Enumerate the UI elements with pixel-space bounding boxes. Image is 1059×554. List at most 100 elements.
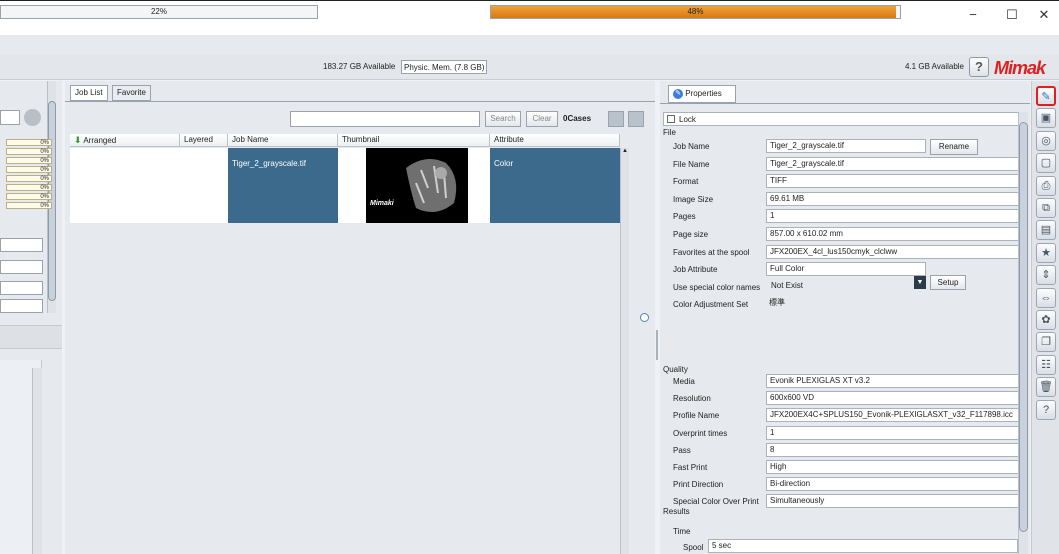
memory-label: Physic. Mem. (7.8 GB)	[401, 60, 488, 74]
help-icon[interactable]: ?	[1036, 399, 1056, 420]
property-value: 69.61 MB	[766, 191, 1019, 206]
favorite-icon[interactable]: ★	[1036, 242, 1056, 263]
splitter-handle[interactable]	[640, 313, 649, 322]
col-job-name[interactable]: Job Name	[228, 134, 338, 147]
job-list-scrollbar[interactable]: ▲	[620, 148, 629, 554]
property-row: Format TIFF	[673, 173, 1019, 191]
properties-icon[interactable]: ✎	[1036, 86, 1056, 106]
maximize-button[interactable]: ☐	[997, 7, 1027, 23]
left-field-4[interactable]	[0, 299, 43, 313]
percent-item: 0%	[6, 148, 52, 155]
props-splitter[interactable]	[656, 330, 658, 360]
cell-thumbnail[interactable]: Mimaki	[338, 148, 490, 223]
tiger-image	[406, 159, 457, 212]
property-value: 600x600 VD	[766, 391, 1019, 406]
color-icon[interactable]: ◎	[1036, 130, 1056, 151]
property-row: Profile Name JFX200EX4C+SPLUS150_Evonik-P…	[673, 407, 1019, 425]
property-label: Resolution	[673, 394, 711, 404]
property-value: 8	[766, 442, 1019, 457]
percent-item: 0%	[6, 202, 52, 209]
property-value: 1	[766, 209, 1019, 224]
duplicate-icon[interactable]: ❐	[1036, 332, 1056, 353]
property-row: Page size 857.00 x 610.02 mm	[673, 226, 1019, 244]
property-label: Pages	[673, 212, 696, 222]
percent-item: 0%	[6, 157, 52, 164]
props-tab-line	[660, 103, 1030, 104]
rename-button[interactable]: Rename	[930, 139, 978, 155]
props-scrollbar[interactable]	[1018, 112, 1028, 554]
col-thumbnail[interactable]: Thumbnail	[338, 134, 490, 147]
property-value: 1	[766, 425, 1019, 440]
add-job-icon[interactable]: ▣	[1036, 108, 1056, 129]
percent-item: 0%	[6, 139, 52, 146]
cell-attribute[interactable]: Color	[490, 148, 620, 223]
prev-page-button[interactable]	[608, 111, 624, 127]
close-button[interactable]: ✕	[1029, 7, 1059, 23]
property-value[interactable]: Tiger_2_grayscale.tif	[766, 139, 926, 153]
property-value: JFX200EX_4cl_lus150cmyk_clclww	[766, 244, 1019, 259]
time-label: Time	[673, 527, 691, 536]
top-strip	[0, 35, 1059, 55]
props-scroll-thumb[interactable]	[1019, 122, 1028, 532]
frame-icon[interactable]: ▤	[1036, 220, 1056, 241]
disk-available: 183.27 GB Available	[323, 62, 396, 71]
search-input[interactable]	[290, 111, 480, 127]
left-input[interactable]	[0, 110, 20, 125]
cell-job-name[interactable]: Tiger_2_grayscale.tif	[228, 148, 338, 223]
tab-properties-label: Properties	[685, 89, 722, 98]
property-label: Profile Name	[673, 411, 720, 421]
left-field-2[interactable]	[0, 260, 43, 274]
property-value: 857.00 x 610.02 mm	[766, 227, 1019, 241]
left-lower-scrollbar[interactable]	[32, 368, 42, 554]
property-label: Image Size	[673, 194, 714, 204]
dropdown-arrow-icon[interactable]: ▼	[914, 276, 926, 289]
help-button[interactable]: ?	[969, 57, 989, 77]
table-row-blank[interactable]	[70, 148, 228, 223]
split-icon[interactable]: ☷	[1036, 354, 1056, 375]
print-icon[interactable]: ⎙	[1036, 175, 1056, 196]
property-label: Page size	[673, 230, 709, 239]
lock-checkbox[interactable]	[667, 115, 675, 123]
percent-item: 0%	[6, 175, 52, 182]
clear-button[interactable]: Clear	[526, 111, 558, 127]
next-page-button[interactable]	[628, 111, 644, 127]
tab-properties[interactable]: ✎ Properties	[668, 85, 736, 103]
spool-label: Spool	[683, 543, 704, 552]
col-arranged[interactable]: ⬇ Arranged	[70, 134, 180, 147]
property-label: Format	[673, 177, 699, 187]
property-label: Fast Print	[673, 463, 708, 472]
property-row: Print Direction Bi-direction	[673, 476, 1019, 494]
palette-icon[interactable]: ✿	[1036, 310, 1056, 330]
arrange-icon[interactable]: ⇔	[1036, 287, 1056, 308]
search-button[interactable]: Search	[485, 111, 521, 127]
property-row: Fast Print High	[673, 459, 1019, 477]
scroll-up-icon[interactable]: ▲	[622, 148, 628, 154]
percent-item: 0%	[6, 166, 52, 173]
setup-button[interactable]: Setup	[930, 275, 966, 290]
property-value: JFX200EX4C+SPLUS150_Evonik-PLEXIGLASXT_v…	[766, 408, 1019, 423]
tab-favorite[interactable]: Favorite	[112, 85, 151, 101]
layout-icon[interactable]: ▢	[1036, 153, 1056, 174]
property-value: Evonik PLEXIGLAS XT v3.2	[766, 374, 1019, 388]
circle-button[interactable]	[24, 109, 41, 126]
arrow-down-icon: ⬇	[74, 135, 82, 145]
property-row: Job Attribute Full Color	[673, 261, 1019, 279]
minimize-button[interactable]: −	[958, 7, 988, 22]
property-row: Color Adjustment Set 標準	[673, 296, 1019, 314]
cases-count: 0Cases	[563, 114, 592, 123]
trash-icon[interactable]: 🗑	[1036, 377, 1056, 398]
left-field-1[interactable]	[0, 238, 43, 252]
property-label: Job Attribute	[673, 265, 718, 275]
tab-job-list[interactable]: Job List	[70, 85, 108, 101]
left-field-3[interactable]	[0, 281, 43, 295]
property-label: File Name	[673, 159, 710, 169]
copy-icon[interactable]: ⧉	[1036, 198, 1056, 218]
disk-usage-bar: 22%	[0, 5, 318, 19]
move-icon[interactable]: ⇕	[1036, 265, 1056, 286]
left-scroll-thumb[interactable]	[48, 101, 56, 301]
property-value: 標準	[769, 298, 785, 308]
property-value[interactable]: Full Color	[766, 262, 926, 277]
memory-usage-bar: 48%	[490, 5, 901, 19]
col-layered[interactable]: Layered	[180, 134, 228, 147]
col-attribute[interactable]: Attribute	[490, 134, 620, 147]
